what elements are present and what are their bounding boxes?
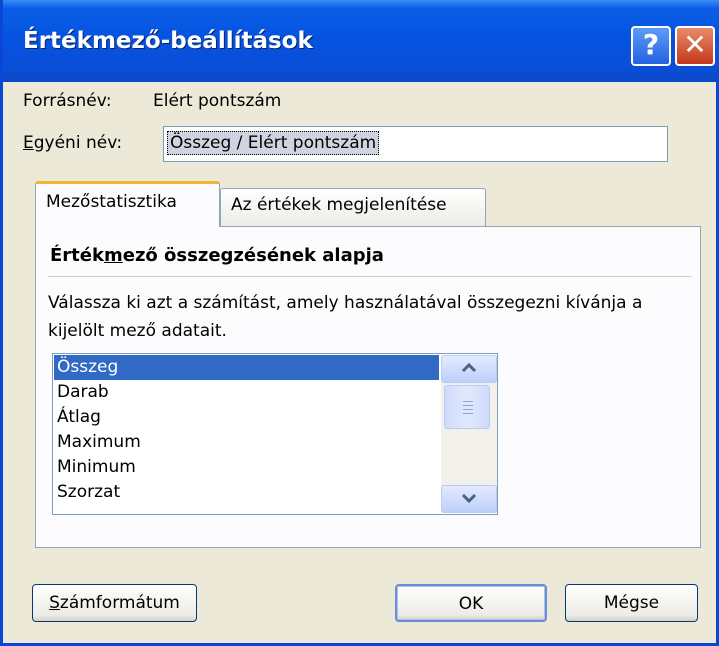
- list-item-count[interactable]: Darab: [54, 380, 439, 405]
- custom-name-value: Összeg / Elért pontszám: [167, 131, 380, 155]
- grip-line: [463, 409, 473, 410]
- chevron-down-icon: [461, 493, 477, 504]
- number-format-label: zámformátum: [59, 593, 180, 613]
- section-heading-part2: ező összegzésének alapja: [122, 245, 384, 266]
- dialog-window: Értékmező-beállítások ? ✕ Forrásnév: Elé…: [0, 0, 719, 646]
- summary-function-list[interactable]: Összeg Darab Átlag Maximum Minimum Szorz…: [52, 353, 498, 515]
- scroll-thumb[interactable]: [444, 385, 490, 429]
- tab-panel: Értékmező összegzésének alapja Válassza …: [35, 226, 701, 548]
- list-item-min[interactable]: Minimum: [54, 455, 439, 480]
- source-name-value: Elért pontszám: [153, 91, 282, 111]
- grip-line: [463, 401, 473, 402]
- section-divider: [48, 276, 692, 277]
- tab-summarize-by[interactable]: Mezőstatisztika: [35, 181, 220, 227]
- list-item-sum[interactable]: Összeg: [54, 355, 439, 380]
- number-format-button[interactable]: Számformátum: [32, 584, 197, 622]
- source-name-label: Forrásnév:: [23, 91, 112, 111]
- list-scrollbar[interactable]: [441, 355, 497, 513]
- section-heading-access-key: m: [103, 245, 123, 266]
- scroll-down-button[interactable]: [441, 485, 497, 513]
- section-heading: Értékmező összegzésének alapja: [50, 245, 384, 266]
- ok-button[interactable]: OK: [395, 584, 547, 622]
- dialog-title: Értékmező-beállítások: [23, 28, 313, 54]
- cancel-button[interactable]: Mégse: [565, 584, 698, 622]
- custom-name-field[interactable]: Összeg / Elért pontszám: [163, 126, 668, 162]
- custom-name-access-key: E: [23, 133, 34, 153]
- title-bar[interactable]: Értékmező-beállítások ? ✕: [3, 0, 719, 82]
- help-button[interactable]: ?: [631, 26, 671, 66]
- tab-show-values-as[interactable]: Az értékek megjelenítése: [220, 188, 486, 227]
- number-format-access-key: S: [49, 593, 60, 613]
- list-item-average[interactable]: Átlag: [54, 405, 439, 430]
- grip-line: [463, 413, 473, 414]
- grip-line: [463, 405, 473, 406]
- chevron-up-icon: [461, 362, 477, 373]
- close-button[interactable]: ✕: [675, 26, 715, 66]
- list-item-product[interactable]: Szorzat: [54, 480, 439, 505]
- section-heading-part1: Érték: [50, 245, 104, 266]
- scroll-up-button[interactable]: [441, 355, 497, 383]
- custom-name-label: Egyéni név:: [23, 133, 122, 153]
- section-description: Válassza ki azt a számítást, amely haszn…: [48, 293, 643, 341]
- custom-name-label-text: gyéni név:: [33, 133, 123, 153]
- list-item-max[interactable]: Maximum: [54, 430, 439, 455]
